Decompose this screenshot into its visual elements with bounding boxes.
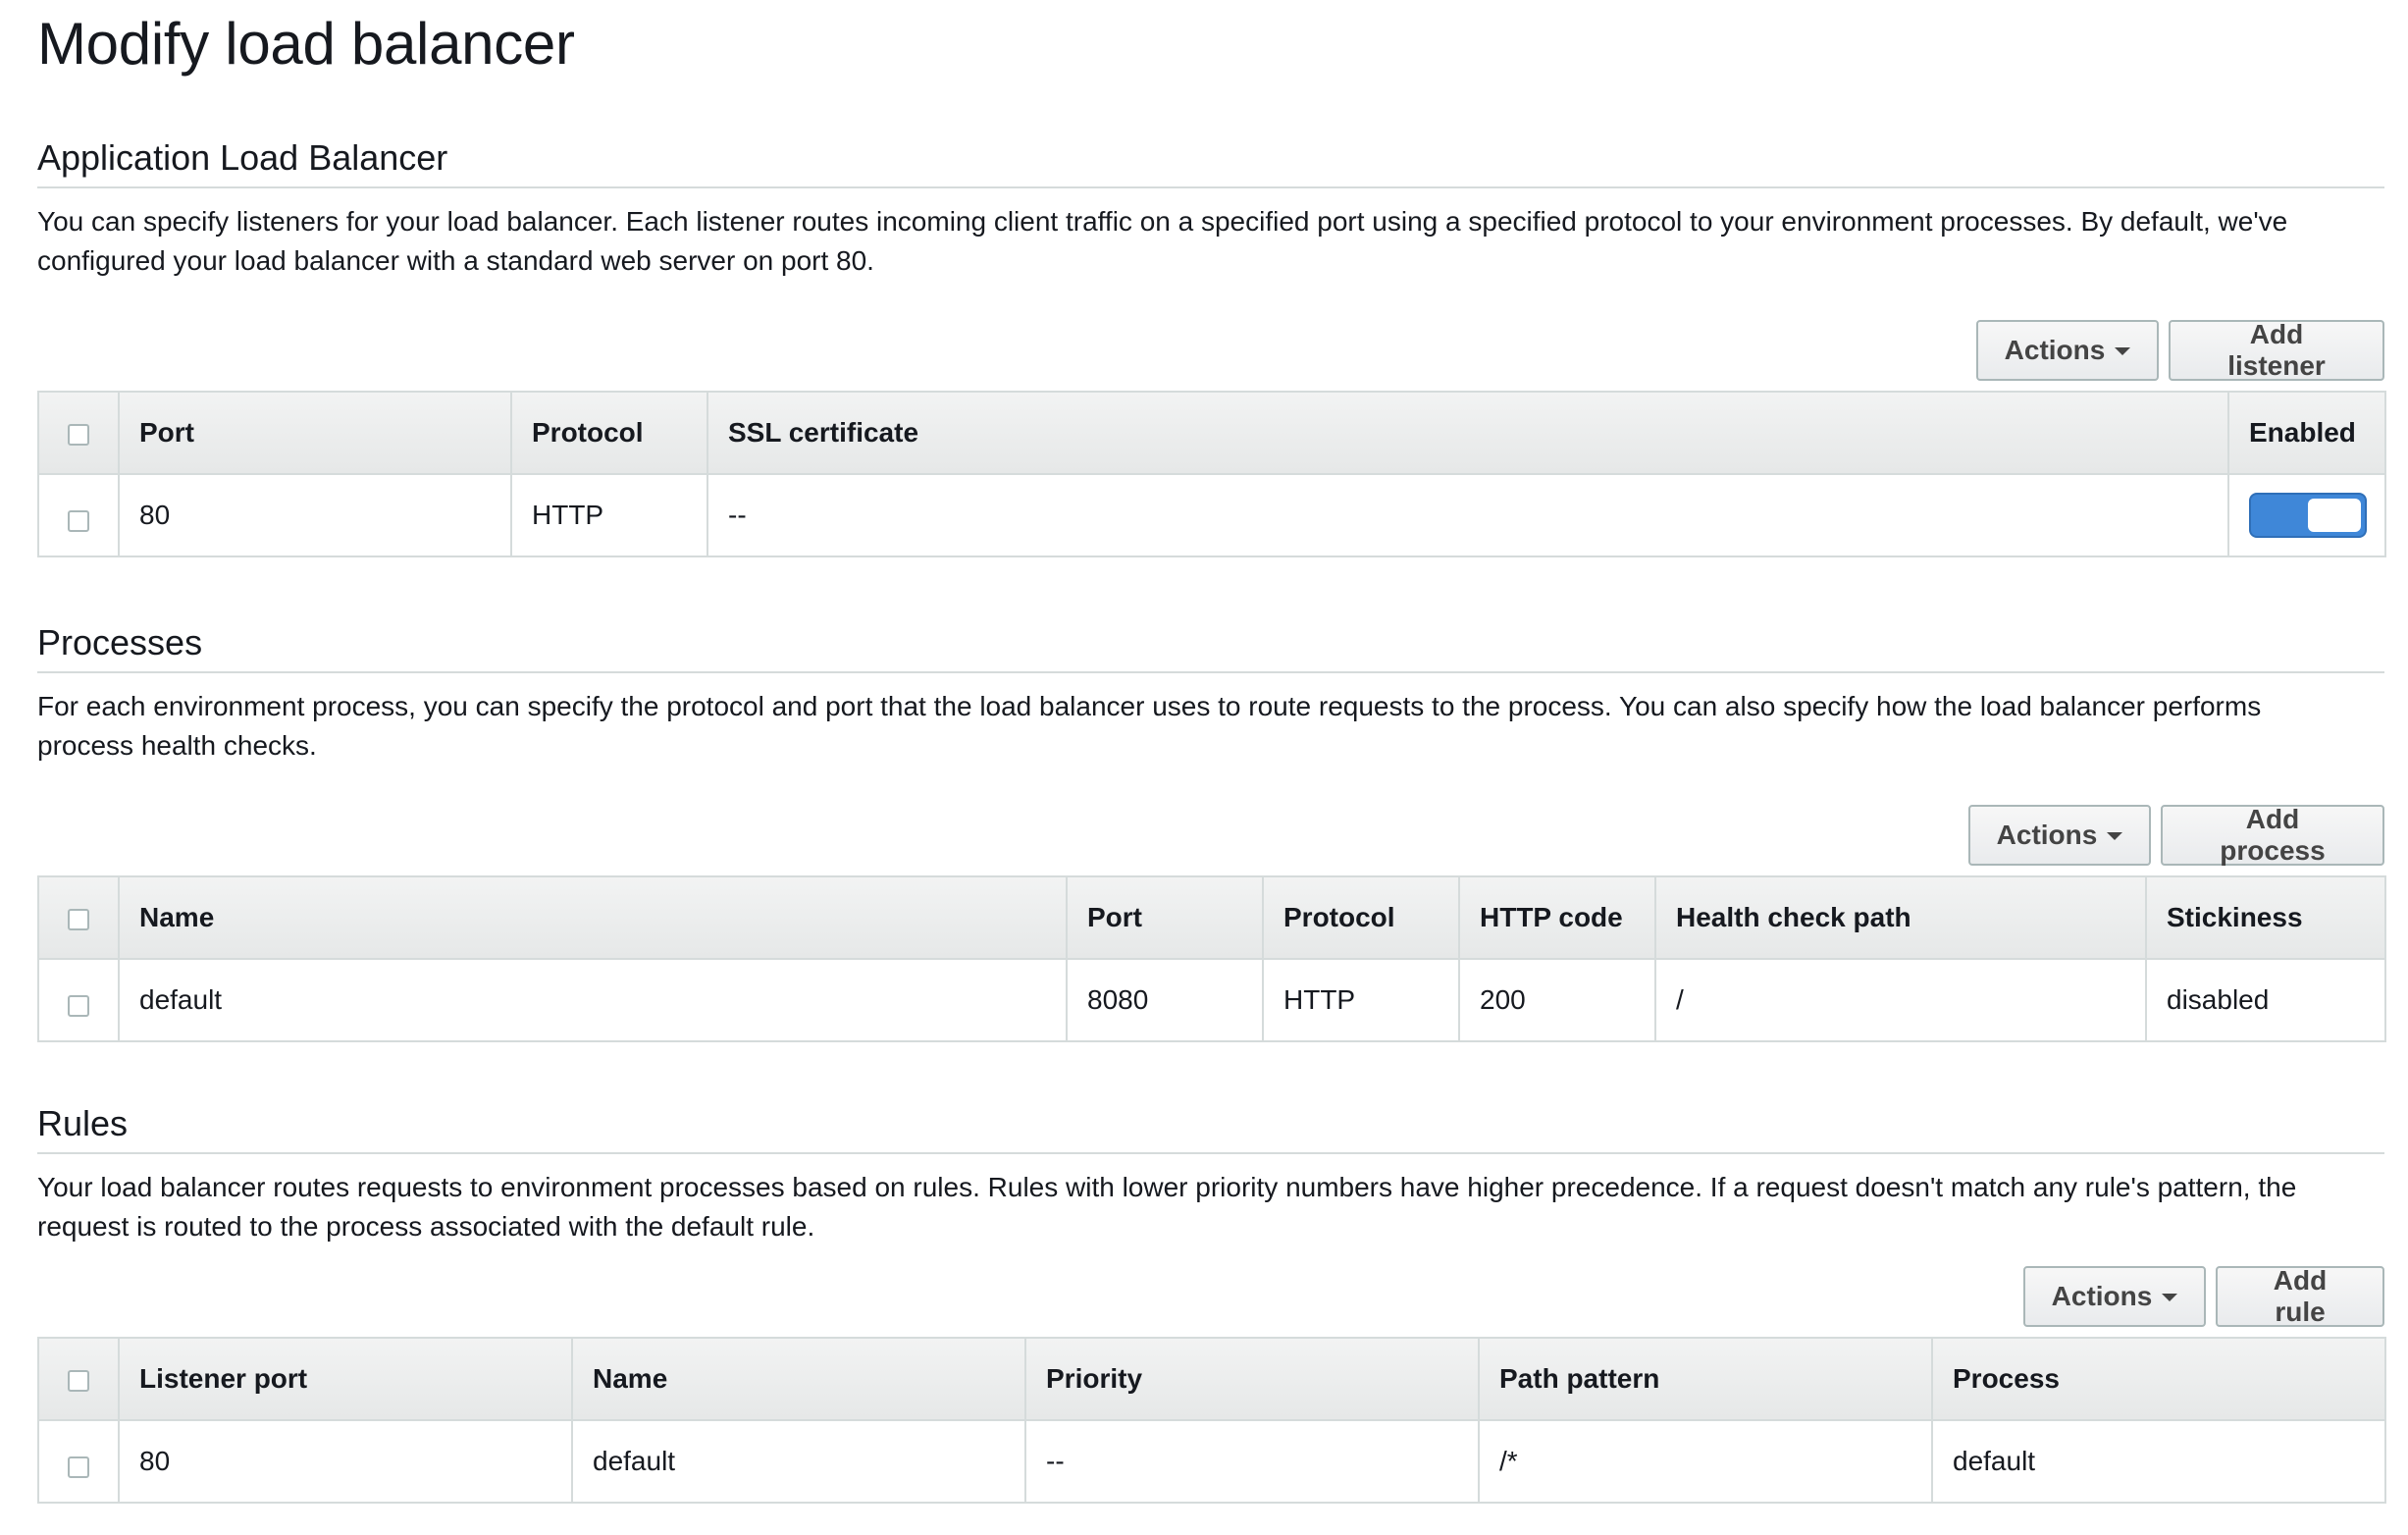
enabled-toggle[interactable]: [2249, 493, 2367, 538]
select-all-cell: [37, 391, 120, 475]
column-header-path-pattern[interactable]: Path pattern: [1478, 1337, 1933, 1421]
alb-heading: Application Load Balancer: [37, 137, 2384, 188]
cell-port: 80: [118, 473, 512, 557]
processes-description: For each environment process, you can sp…: [37, 691, 2262, 761]
column-header-listener-port[interactable]: Listener port: [118, 1337, 573, 1421]
select-all-cell: [37, 875, 120, 960]
column-header-enabled[interactable]: Enabled: [2227, 391, 2386, 475]
add-rule-button[interactable]: Add rule: [2216, 1265, 2384, 1327]
rules-section: Rules Your load balancer routes requests…: [37, 1103, 2386, 1535]
column-header-port[interactable]: Port: [118, 391, 512, 475]
cell-stickiness: disabled: [2145, 958, 2386, 1042]
caret-down-icon: [2107, 832, 2123, 840]
alb-actions-button[interactable]: Actions: [1976, 320, 2159, 381]
row-checkbox[interactable]: [68, 509, 89, 532]
processes-header-row: Name Port Protocol HTTP code Health chec…: [37, 875, 2386, 960]
alb-section: Application Load Balancer You can specif…: [37, 137, 2386, 569]
cell-listener-port: 80: [118, 1419, 573, 1504]
column-header-http-code[interactable]: HTTP code: [1458, 875, 1656, 960]
add-listener-button[interactable]: Add listener: [2169, 319, 2384, 381]
cell-health-check-path: /: [1654, 958, 2147, 1042]
cell-name: default: [118, 958, 1068, 1042]
toggle-knob: [2308, 499, 2361, 532]
select-all-cell: [37, 1337, 120, 1421]
select-all-checkbox[interactable]: [68, 1369, 89, 1392]
alb-actions-label: Actions: [2004, 335, 2106, 365]
select-all-checkbox[interactable]: [68, 423, 89, 446]
modify-load-balancer-page: Modify load balancer Application Load Ba…: [0, 0, 2408, 1535]
rules-header-row: Listener port Name Priority Path pattern…: [37, 1337, 2386, 1421]
cell-path-pattern: /*: [1478, 1419, 1933, 1504]
column-header-process[interactable]: Process: [1931, 1337, 2386, 1421]
column-header-protocol[interactable]: Protocol: [1262, 875, 1460, 960]
listeners-table: Port Protocol SSL certificate Enabled 80…: [37, 391, 2386, 557]
select-all-checkbox[interactable]: [68, 908, 89, 930]
column-header-protocol[interactable]: Protocol: [510, 391, 708, 475]
rules-actions-button[interactable]: Actions: [2023, 1266, 2206, 1327]
cell-process: default: [1931, 1419, 2386, 1504]
processes-section: Processes For each environment process, …: [37, 622, 2386, 1054]
cell-protocol: HTTP: [510, 473, 708, 557]
cell-port: 8080: [1066, 958, 1264, 1042]
row-select-cell: [37, 1419, 120, 1504]
table-row[interactable]: 80 default -- /* default: [37, 1419, 2386, 1504]
caret-down-icon: [2162, 1294, 2178, 1301]
rules-table: Listener port Name Priority Path pattern…: [37, 1337, 2386, 1504]
table-row[interactable]: default 8080 HTTP 200 / disabled: [37, 958, 2386, 1042]
cell-enabled: [2227, 473, 2386, 557]
listeners-header-row: Port Protocol SSL certificate Enabled: [37, 391, 2386, 475]
cell-protocol: HTTP: [1262, 958, 1460, 1042]
rules-heading: Rules: [37, 1103, 2384, 1154]
column-header-priority[interactable]: Priority: [1024, 1337, 1480, 1421]
processes-heading: Processes: [37, 622, 2384, 673]
row-checkbox[interactable]: [68, 1456, 89, 1478]
rules-description: Your load balancer routes requests to en…: [37, 1172, 2297, 1242]
row-select-cell: [37, 958, 120, 1042]
cell-ssl-certificate: --: [707, 473, 2229, 557]
column-header-name[interactable]: Name: [571, 1337, 1026, 1421]
column-header-port[interactable]: Port: [1066, 875, 1264, 960]
alb-button-row: Actions Add listener: [1976, 319, 2384, 381]
row-select-cell: [37, 473, 120, 557]
processes-table: Name Port Protocol HTTP code Health chec…: [37, 875, 2386, 1042]
rules-actions-label: Actions: [2051, 1281, 2153, 1311]
row-checkbox[interactable]: [68, 994, 89, 1017]
alb-description: You can specify listeners for your load …: [37, 206, 2288, 276]
column-header-name[interactable]: Name: [118, 875, 1068, 960]
page-title: Modify load balancer: [37, 11, 575, 77]
caret-down-icon: [2115, 347, 2131, 355]
cell-priority: --: [1024, 1419, 1480, 1504]
column-header-health-check-path[interactable]: Health check path: [1654, 875, 2147, 960]
rules-button-row: Actions Add rule: [2023, 1265, 2384, 1327]
column-header-stickiness[interactable]: Stickiness: [2145, 875, 2386, 960]
cell-name: default: [571, 1419, 1026, 1504]
processes-actions-label: Actions: [1996, 820, 2098, 850]
cell-http-code: 200: [1458, 958, 1656, 1042]
table-row[interactable]: 80 HTTP --: [37, 473, 2386, 557]
processes-button-row: Actions Add process: [1968, 804, 2384, 866]
processes-actions-button[interactable]: Actions: [1968, 805, 2151, 866]
column-header-ssl-certificate[interactable]: SSL certificate: [707, 391, 2229, 475]
add-process-button[interactable]: Add process: [2161, 804, 2384, 866]
